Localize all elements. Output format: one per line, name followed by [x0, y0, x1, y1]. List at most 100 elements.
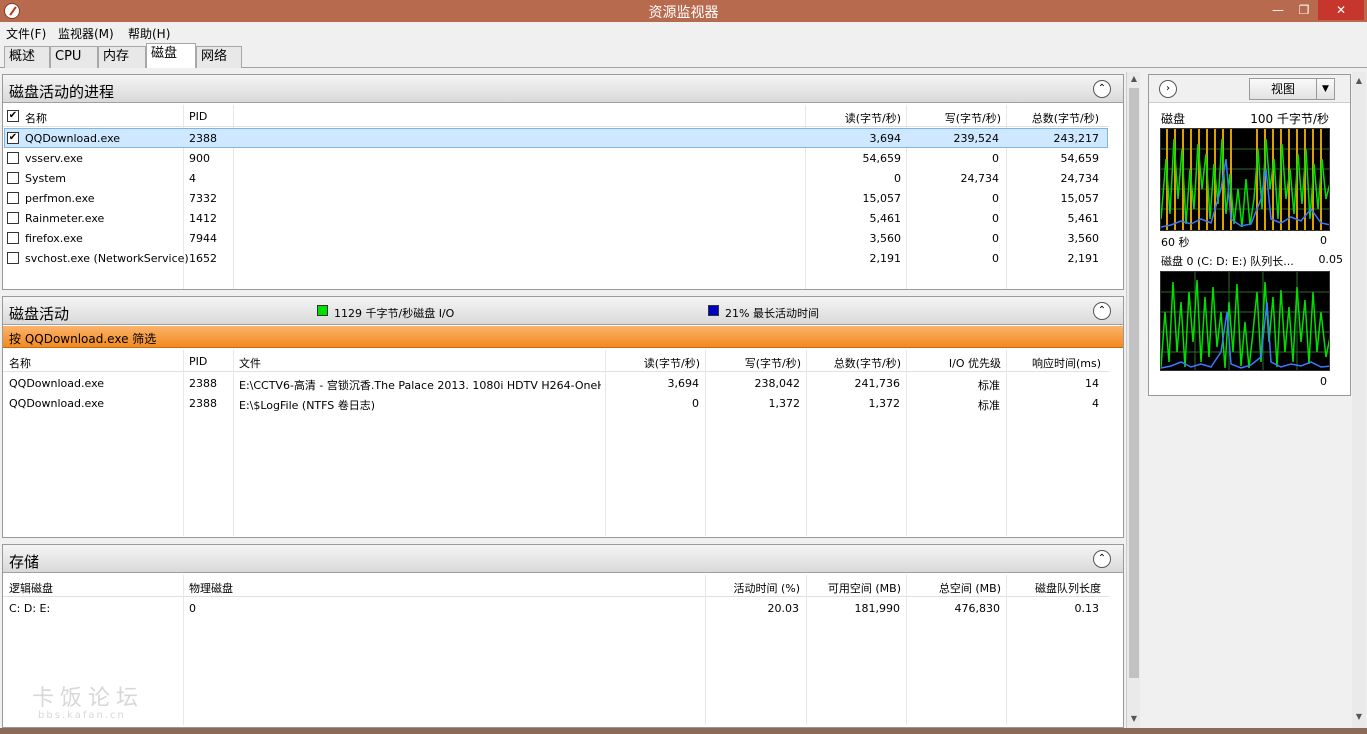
col-total[interactable]: 总数(字节/秒)	[1003, 110, 1099, 126]
col-queue-length[interactable]: 磁盘队列长度	[1007, 580, 1101, 596]
scroll-thumb[interactable]	[1129, 88, 1139, 678]
col-name[interactable]: 名称	[9, 355, 31, 371]
process-write: 0	[992, 192, 999, 205]
col-read[interactable]: 读(字节/秒)	[793, 110, 901, 126]
select-all-checkbox[interactable]: ✔	[7, 110, 19, 122]
col-divider	[233, 350, 234, 536]
scroll-down-icon[interactable]: ▼	[1127, 712, 1141, 726]
col-total-space[interactable]: 总空间 (MB)	[907, 580, 1001, 596]
col-write[interactable]: 写(字节/秒)	[903, 110, 1001, 126]
process-name: System	[25, 172, 67, 185]
row-checkbox[interactable]	[7, 192, 19, 204]
menu-monitor[interactable]: 监视器(M)	[58, 25, 114, 42]
row-checkbox[interactable]	[7, 172, 19, 184]
io-legend-label: 1129 千字节/秒磁盘 I/O	[334, 307, 455, 320]
col-free-space[interactable]: 可用空间 (MB)	[807, 580, 901, 596]
process-write: 0	[992, 232, 999, 245]
activity-read: 3,694	[667, 377, 700, 390]
scroll-up-icon[interactable]: ▲	[1127, 72, 1141, 86]
storage-panel-header[interactable]: 存储 ⌃	[3, 545, 1123, 573]
col-name[interactable]: 名称	[25, 110, 47, 126]
tab-overview[interactable]: 概述	[4, 46, 50, 68]
title-bar: 资源监视器 — ❐ ✕	[0, 0, 1367, 22]
activity-write: 1,372	[768, 397, 801, 410]
tab-network[interactable]: 网络	[196, 46, 242, 68]
close-button[interactable]: ✕	[1318, 0, 1364, 20]
process-read: 5,461	[869, 212, 902, 225]
scroll-up-icon[interactable]: ▲	[1352, 74, 1366, 88]
process-total: 5,461	[1067, 212, 1100, 225]
menu-help[interactable]: 帮助(H)	[128, 25, 170, 42]
col-physical-disk[interactable]: 物理磁盘	[189, 580, 233, 596]
chevron-down-icon[interactable]: ▼	[1316, 79, 1334, 99]
disk-queue-graph-svg	[1161, 272, 1329, 370]
process-read: 2,191	[869, 252, 902, 265]
storage-free: 181,990	[854, 602, 901, 615]
activity-priority: 标准	[978, 379, 1000, 392]
col-priority[interactable]: I/O 优先级	[907, 355, 1001, 371]
tab-cpu[interactable]: CPU	[50, 46, 98, 68]
process-write: 239,524	[953, 132, 1000, 145]
row-checkbox[interactable]	[7, 152, 19, 164]
col-pid[interactable]: PID	[189, 355, 207, 368]
collapse-storage-button[interactable]: ⌃	[1093, 550, 1111, 568]
process-name: QQDownload.exe	[25, 132, 121, 145]
maximize-button[interactable]: ❐	[1290, 0, 1318, 20]
col-file[interactable]: 文件	[239, 355, 261, 371]
collapse-disk-activity-button[interactable]: ⌃	[1093, 302, 1111, 320]
process-total: 2,191	[1067, 252, 1100, 265]
row-checkbox[interactable]	[7, 252, 19, 264]
col-divider	[1006, 575, 1007, 725]
tab-memory[interactable]: 内存	[98, 46, 146, 68]
menu-file[interactable]: 文件(F)	[6, 25, 46, 42]
activity-name: QQDownload.exe	[9, 397, 105, 410]
row-checkbox[interactable]	[7, 212, 19, 224]
view-label: 视图	[1270, 82, 1295, 96]
process-write: 0	[992, 252, 999, 265]
graph-pane-scrollbar[interactable]: ▲ ▼	[1352, 72, 1366, 728]
main-scrollbar[interactable]: ▲ ▼	[1126, 72, 1140, 728]
storage-total: 476,830	[954, 602, 1001, 615]
process-pid: 4	[189, 172, 196, 185]
processes-panel-header[interactable]: 磁盘活动的进程 ⌃	[3, 75, 1123, 103]
process-total: 3,560	[1067, 232, 1100, 245]
process-name: perfmon.exe	[25, 192, 95, 205]
process-pid: 1652	[189, 252, 217, 265]
filter-bar: 按 QQDownload.exe 筛选	[3, 326, 1123, 348]
disk-activity-panel-header[interactable]: 磁盘活动 1129 千字节/秒磁盘 I/O 21% 最长活动时间 ⌃	[3, 297, 1123, 325]
storage-panel: 存储 ⌃ 逻辑磁盘 物理磁盘 活动时间 (%) 可用空间 (MB) 总空间 (M…	[2, 544, 1124, 728]
window-title: 资源监视器	[648, 5, 719, 21]
disk-queue-graph	[1160, 271, 1330, 371]
process-pid: 7332	[189, 192, 217, 205]
process-name: svchost.exe (NetworkService)	[25, 252, 189, 265]
active-legend-label: 21% 最长活动时间	[725, 307, 819, 320]
col-write[interactable]: 写(字节/秒)	[707, 355, 801, 371]
minimize-button[interactable]: —	[1264, 0, 1292, 20]
collapse-processes-button[interactable]: ⌃	[1093, 80, 1111, 98]
col-pid[interactable]: PID	[189, 110, 207, 123]
tab-strip: 概述 CPU 内存 磁盘 网络	[0, 42, 1367, 68]
activity-file: E:\CCTV6-高清 - 宫锁沉香.The Palace 2013. 1080…	[239, 379, 601, 392]
col-divider	[705, 350, 706, 536]
graph1-label: 磁盘	[1161, 112, 1186, 126]
col-response[interactable]: 响应时间(ms)	[1007, 355, 1101, 371]
graph-pane: › 视图 ▼ 磁盘 100 千字节/秒 60 秒 0 磁盘 0 (C: D: E…	[1148, 74, 1351, 396]
row-checkbox[interactable]: ✔	[7, 132, 19, 144]
process-total: 15,057	[1060, 192, 1100, 205]
col-read[interactable]: 读(字节/秒)	[603, 355, 700, 371]
main-area: 磁盘活动的进程 ⌃ ✔ 名称 PID 读(字节/秒) 写(字节/秒) 总数(字节…	[0, 70, 1142, 730]
view-button[interactable]: 视图 ▼	[1249, 78, 1335, 100]
col-logical-disk[interactable]: 逻辑磁盘	[9, 580, 53, 596]
col-active-time[interactable]: 活动时间 (%)	[703, 580, 800, 596]
process-read: 54,659	[862, 152, 902, 165]
tab-disk[interactable]: 磁盘	[146, 43, 196, 68]
activity-name: QQDownload.exe	[9, 377, 105, 390]
forum-watermark: 卡饭论坛	[32, 686, 145, 711]
active-legend-swatch	[708, 305, 719, 316]
expand-pane-icon[interactable]: ›	[1159, 80, 1177, 98]
scroll-down-icon[interactable]: ▼	[1352, 710, 1366, 724]
process-read: 0	[894, 172, 901, 185]
row-checkbox[interactable]	[7, 232, 19, 244]
col-total[interactable]: 总数(字节/秒)	[807, 355, 901, 371]
disk-io-graph	[1160, 128, 1330, 231]
